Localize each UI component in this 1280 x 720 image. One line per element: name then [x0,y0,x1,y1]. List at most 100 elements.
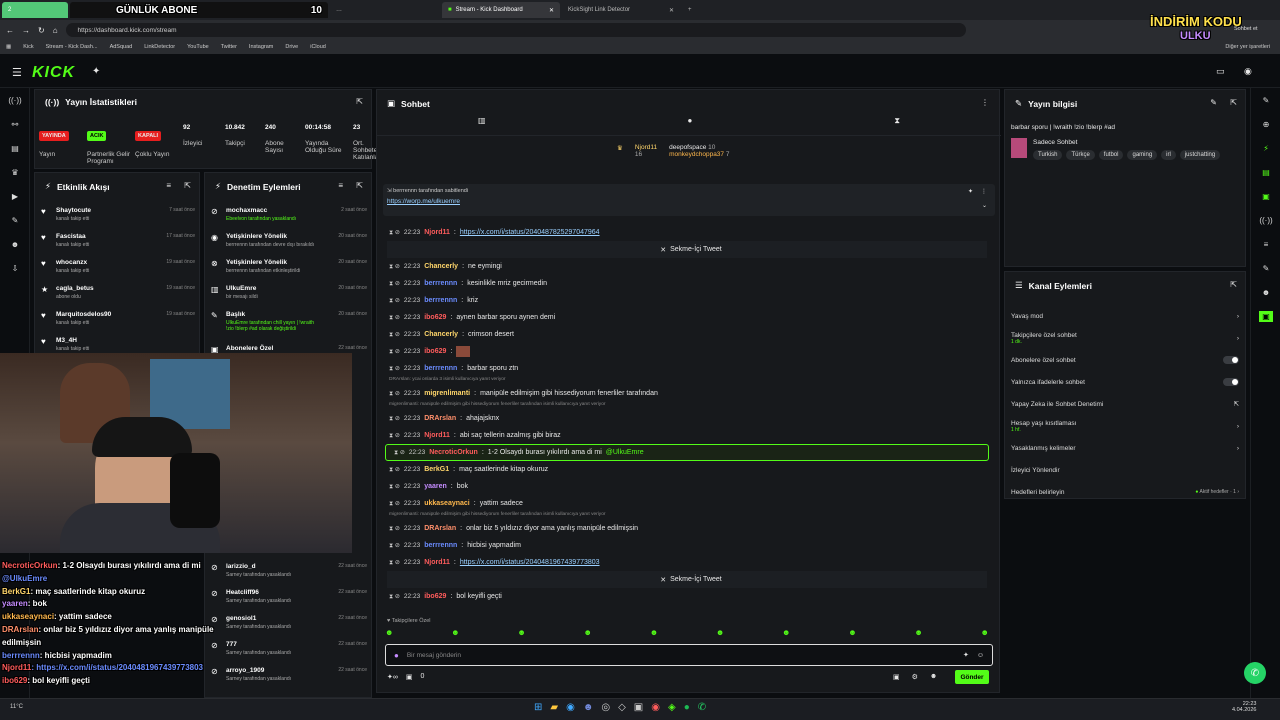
download-icon[interactable]: ⇩ [0,256,30,280]
mod-tools-icon[interactable]: ⧗ ⊘ [389,593,400,601]
pinned-message[interactable]: ⇲ berrrennn tarafından sabitlendi https:… [383,184,995,216]
bookmark-kick[interactable]: Kick [23,44,33,50]
msg-link[interactable]: https://x.com/i/status/20404878252970479… [460,229,600,236]
emote-icon[interactable]: ☻ [782,628,790,640]
apps-icon[interactable]: ▦ [6,44,11,50]
mod-tools-icon[interactable]: ⧗ ⊘ [389,390,400,398]
mod-tools-icon[interactable]: ⧗ ⊘ [389,525,400,533]
msg-user[interactable]: ibo629 [424,314,446,321]
chat-input[interactable]: ● Bir mesaj gönderin ✦ ☺ [385,644,993,666]
filter-icon[interactable]: ≡ [338,181,343,190]
chat-message[interactable]: ⧗ ⊘ 22:23 berrrennn: kesinlikle mriz gecirm… [381,275,993,292]
bookmark-drive[interactable]: Drive [285,44,298,50]
chat-message[interactable]: ⧗ ⊘ 22:23 Chancerly: ne eymingi [381,258,993,275]
msg-user[interactable]: berrrennn [424,280,457,287]
pencil-icon[interactable]: ✎ [1251,88,1280,112]
msg-user[interactable]: NecroticOrkun [429,449,478,456]
new-tab-button[interactable]: + [682,2,698,18]
url-input[interactable]: https://dashboard.kick.com/stream [65,23,966,37]
emoji-icon[interactable]: ☺ [977,652,984,659]
steam-icon[interactable]: ◎ [601,702,610,713]
broadcast-icon[interactable]: ((·)) [1251,208,1280,232]
bookmark-stream[interactable]: Stream - Kick Dash... [46,44,98,50]
chat-message[interactable]: ⧗ ⊘ 22:23 ibo629: bol keyifli geçti [381,588,993,605]
bookmark-twitter[interactable]: Twitter [221,44,237,50]
tab-3[interactable]: … [330,2,440,18]
magic-icon[interactable]: ✦ [963,651,969,659]
channel-action-ai[interactable]: Yapay Zeka ile Sohbet Denetimi ⇱ [1011,393,1239,415]
emote-icon[interactable]: ☻ [517,628,525,640]
msg-user[interactable]: Njord11 [424,432,450,439]
msg-user[interactable]: Chancerly [424,263,458,270]
chat-message[interactable]: ⧗ ⊘ 22:23 Njord11: https://x.com/i/status/2… [381,224,993,241]
msg-user[interactable]: berrrennn [424,365,457,372]
bookmark-linkdetector[interactable]: LinkDetector [144,44,175,50]
mod-tools-icon[interactable]: ⧗ ⊘ [389,415,400,423]
chat-settings-icon[interactable]: ▣ [893,673,900,681]
msg-user[interactable]: Njord11 [424,229,450,236]
forward-icon[interactable]: → [22,26,30,35]
tag[interactable]: justchatting [1179,150,1221,160]
msg-link[interactable]: https://x.com/i/status/20404819674397738… [460,559,600,566]
chat-message[interactable]: ⧗ ⊘ 22:23 DRArslan: ahajajsknx [381,410,993,427]
popout-icon[interactable]: ⇱ [1230,98,1237,107]
chat-icon[interactable]: ● [688,116,693,135]
emote-icon[interactable]: ☻ [981,628,989,640]
bookmark-icloud[interactable]: iCloud [310,44,326,50]
emote-icon[interactable]: ☻ [385,628,393,640]
tag[interactable]: Turkish [1033,150,1063,160]
tag[interactable]: futbol [1098,150,1124,160]
chat-message[interactable]: ⧗ ⊘ 22:23 berrrennn: hicbisi yapmadim [381,537,993,554]
home-icon[interactable]: ⌂ [53,26,58,35]
profile-icon[interactable]: ◉ [1244,66,1252,77]
bookmark-adsquad[interactable]: AdSquad [110,44,133,50]
chat-message[interactable]: ⧗ ⊘ 22:23 ibo629: aynen barbar sporu aynen … [381,309,993,326]
chevron-down-icon[interactable]: ⌄ [982,202,987,209]
list-icon[interactable]: ≡ [1251,232,1280,256]
chrome-icon[interactable]: ◉ [651,702,660,713]
popout-icon[interactable]: ⇱ [356,97,363,106]
tab-kicksight[interactable]: KickSight Link Detector ✕ [562,2,680,18]
bookmark-youtube[interactable]: YouTube [187,44,209,50]
kick-logo[interactable]: KICK [32,64,75,82]
msg-user[interactable]: Njord11 [424,559,450,566]
tv-icon[interactable]: ▭ [1216,66,1225,77]
emotes-only-toggle[interactable] [1223,378,1239,386]
back-icon[interactable]: ← [6,26,14,35]
channel-action-followers[interactable]: Takipçilere özel sohbet 1 dk. › [1011,327,1239,349]
close-icon[interactable]: ✕ [660,246,666,254]
chat-message[interactable]: ⧗ ⊘ 22:23 migrenlimanti: manipüle edilmişim… [381,385,993,402]
bookmark-instagram[interactable]: Instagram [249,44,273,50]
whatsapp-float-icon[interactable]: ✆ [1244,662,1266,684]
overlay-subs-tab[interactable]: GÜNLÜK ABONE 10 [70,2,328,18]
app-icon[interactable]: ◇ [618,702,626,713]
wrench-icon[interactable]: ✎ [1251,256,1280,280]
msg-user[interactable]: ukkaseaynaci [424,500,470,507]
mod-tools-icon[interactable]: ⧗ ⊘ [389,432,400,440]
chat-icon[interactable]: ▣ [1251,184,1280,208]
close-icon[interactable]: ✕ [660,576,666,584]
mod-tools-icon[interactable]: ⧗ ⊘ [389,365,400,373]
popout-icon[interactable]: ⇱ [1230,280,1237,289]
pinned-link[interactable]: https://worp.me/ulkuemre [383,194,995,209]
mod-tools-icon[interactable]: ⧗ ⊘ [389,483,400,491]
tweet-embed-label[interactable]: ✕ Sekme-İçi Tweet [387,241,987,258]
app-icon[interactable]: ◈ [668,702,676,713]
pin-icon[interactable]: ✦ [92,66,100,77]
tag[interactable]: gaming [1127,150,1158,160]
whatsapp-icon[interactable]: ✆ [698,702,706,713]
trophy-icon[interactable]: ♛ [0,160,30,184]
plugin-icon[interactable]: ▣ [1251,304,1280,328]
msg-user[interactable]: DRArslan [424,525,456,532]
app-icon[interactable]: ▣ [634,702,643,713]
channel-action-age[interactable]: Hesap yaşı kısıtlaması 1 hf. › [1011,415,1239,437]
chat-message[interactable]: ⧗ ⊘ 22:23 BerkG1: maç saatlerinde kitap oku… [381,461,993,478]
popout-icon[interactable]: ⇱ [184,181,191,190]
msg-user[interactable]: berrrennn [424,542,457,549]
channel-action-goals[interactable]: Hedefleri belirleyin ● Aktif hedefler · 1… [1011,481,1239,503]
filter-icon[interactable]: ≡ [166,181,171,190]
msg-user[interactable]: migrenlimanti [424,390,470,397]
emote-icon[interactable]: ☻ [848,628,856,640]
trash-icon[interactable]: ▥ [478,116,486,135]
chat-message[interactable]: ⧗ ⊘ 22:23 Chancerly: crimson desert [381,326,993,343]
